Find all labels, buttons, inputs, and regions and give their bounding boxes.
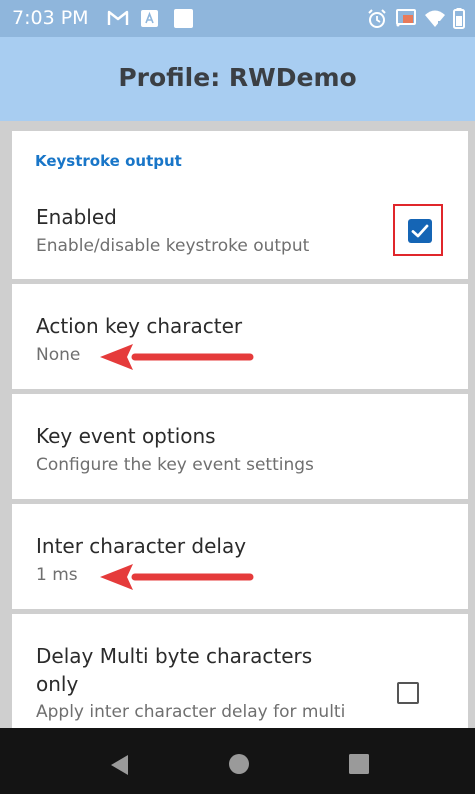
alarm-icon [368,9,386,28]
navigation-bar [0,728,475,794]
status-bar: 7:03 PM [0,0,475,37]
setting-subtitle: Configure the key event settings [36,455,314,475]
recents-icon[interactable] [348,753,370,775]
setting-subtitle: Apply inter character delay for multi [36,702,346,722]
setting-subtitle: None [36,345,81,365]
app-bar: Profile: RWDemo [0,37,475,121]
square-app-icon [174,9,193,28]
back-icon[interactable] [108,753,130,777]
settings-list[interactable]: Keystroke output Enabled Enable/disable … [0,121,475,728]
app-badge-icon [141,10,158,27]
gmail-icon [107,10,129,25]
setting-action-key-character[interactable]: Action key character None [12,284,468,389]
delay-multibyte-checkbox[interactable] [397,682,419,704]
annotation-arrow-icon [100,344,254,370]
setting-title: Inter character delay [36,534,247,558]
setting-enabled[interactable]: Keystroke output Enabled Enable/disable … [12,131,468,279]
setting-title: Action key character [36,314,243,338]
section-header: Keystroke output [35,152,182,170]
setting-subtitle: 1 ms [36,565,78,585]
setting-inter-character-delay[interactable]: Inter character delay 1 ms [12,504,468,609]
page-title: Profile: RWDemo [118,63,357,92]
battery-icon [453,8,465,29]
cast-icon [396,9,416,27]
setting-title-line2: only [36,672,79,696]
setting-title: Enabled [36,205,117,229]
home-icon[interactable] [228,753,250,775]
setting-key-event-options[interactable]: Key event options Configure the key even… [12,394,468,499]
annotation-arrow-icon [100,564,254,590]
highlight-box [393,204,443,256]
wifi-icon [425,10,445,27]
setting-title: Key event options [36,424,216,448]
status-time: 7:03 PM [12,7,89,29]
setting-subtitle: Enable/disable keystroke output [36,236,310,256]
setting-title-line1: Delay Multi byte characters [36,644,313,668]
setting-delay-multibyte[interactable]: Delay Multi byte characters only Apply i… [12,614,468,728]
